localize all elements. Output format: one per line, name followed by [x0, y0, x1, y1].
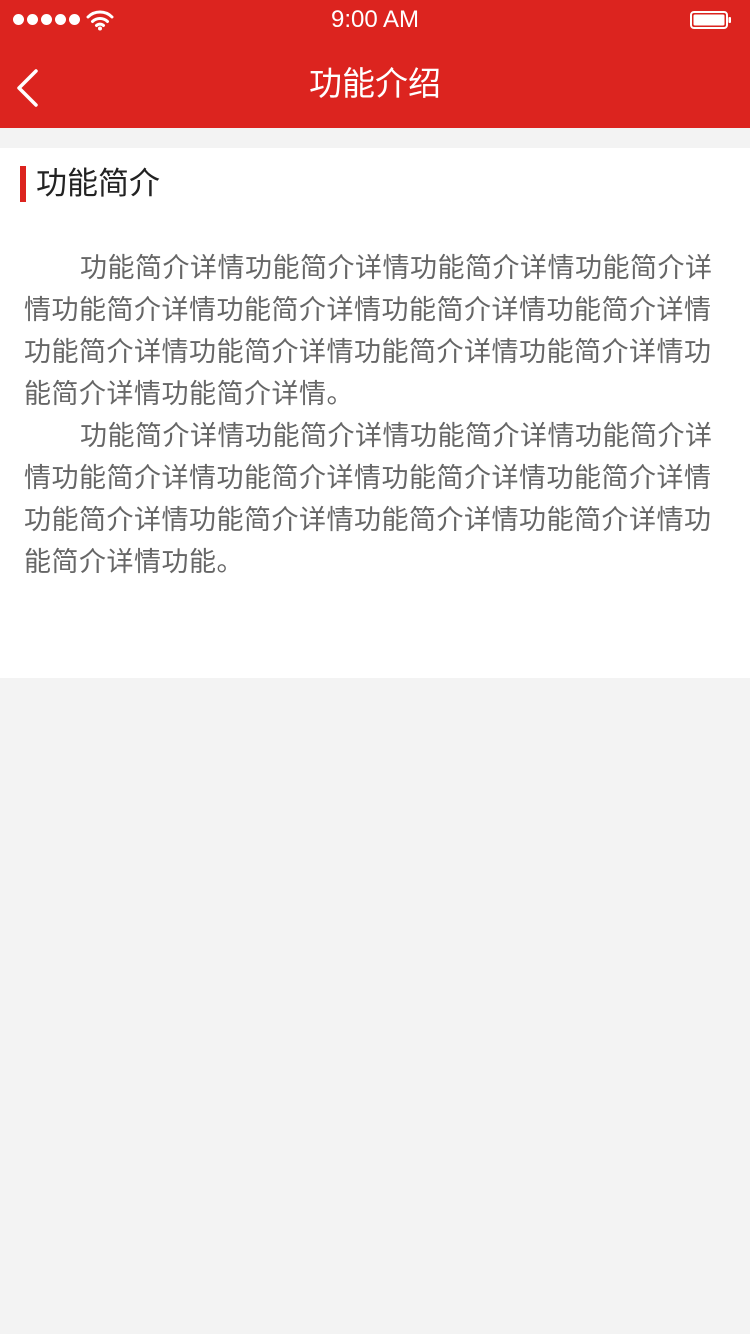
content-card: 功能简介 功能简介详情功能简介详情功能简介详情功能简介详情功能简介详情功能简介详…	[0, 148, 750, 678]
page: 9:00 AM 功能介绍 功能简介 功能简介详情功能简介详情功能简介详情功能简介…	[0, 0, 750, 1334]
status-bar: 9:00 AM	[0, 0, 750, 40]
paragraph: 功能简介详情功能简介详情功能简介详情功能简介详情功能简介详情功能简介详情功能简介…	[24, 253, 713, 410]
battery-icon	[690, 11, 731, 29]
back-button[interactable]	[0, 40, 80, 128]
header: 9:00 AM 功能介绍	[0, 0, 750, 128]
chevron-left-icon	[17, 69, 38, 107]
paragraph: 功能简介详情功能简介详情功能简介详情功能简介详情功能简介详情功能简介详情功能简介…	[24, 421, 713, 578]
nav-bar: 功能介绍	[0, 40, 750, 128]
section-title: 功能简介	[20, 166, 160, 202]
section-body: 功能简介详情功能简介详情功能简介详情功能简介详情功能简介详情功能简介详情功能简介…	[24, 248, 724, 584]
page-title: 功能介绍	[309, 64, 441, 103]
status-time: 9:00 AM	[330, 6, 420, 33]
